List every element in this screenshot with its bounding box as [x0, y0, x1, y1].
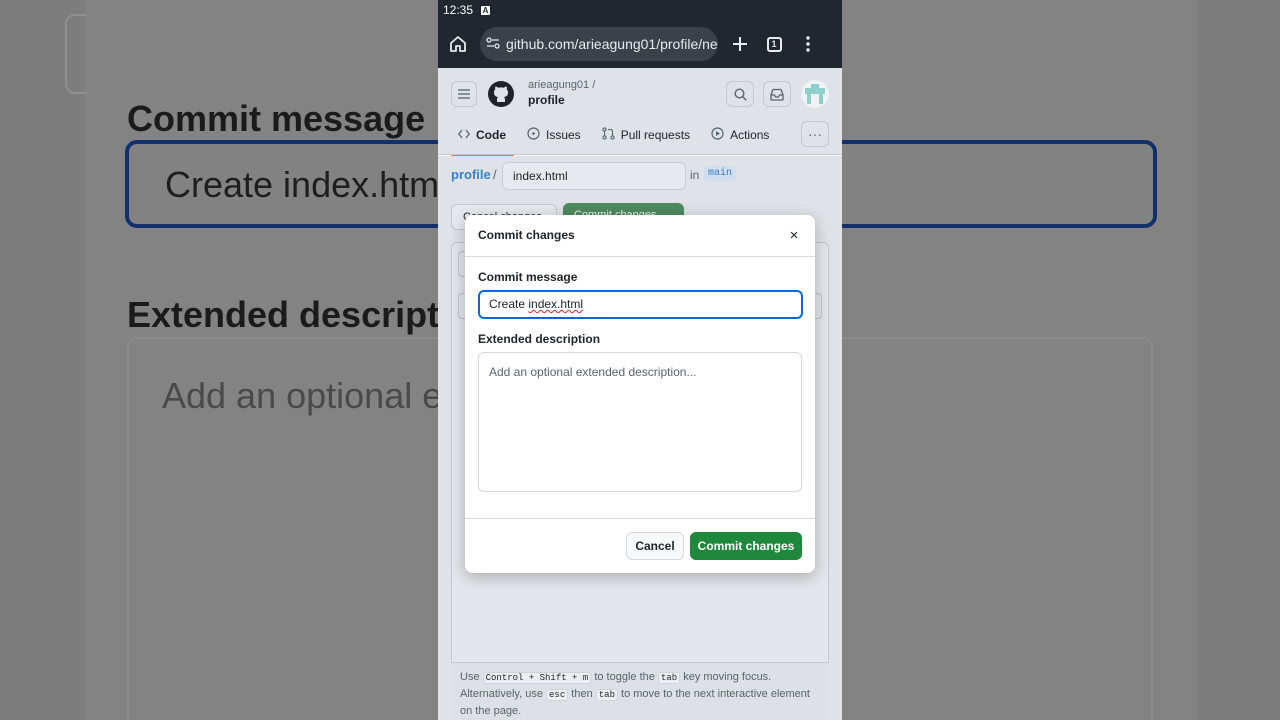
commit-message-prefix: Create: [489, 297, 529, 311]
close-icon[interactable]: ×: [785, 226, 803, 244]
commit-message-label: Commit message: [478, 270, 578, 284]
cancel-button[interactable]: Cancel: [626, 532, 684, 560]
hint-text: Use: [460, 671, 480, 683]
home-icon[interactable]: [446, 32, 470, 56]
kbd-key: tab: [657, 672, 681, 684]
hint-text: then: [571, 688, 593, 700]
commit-changes-button[interactable]: Commit changes: [690, 532, 802, 560]
code-icon: [457, 128, 471, 142]
kbd-key: esc: [546, 689, 569, 701]
kebab-menu-icon[interactable]: [796, 32, 820, 56]
dialog-header: Commit changes ×: [465, 215, 815, 257]
branch-badge: main: [704, 166, 737, 181]
tab-label: Code: [476, 128, 506, 142]
github-header: arieagung01 / profile Code Issues Pull r…: [438, 68, 842, 157]
address-bar[interactable]: github.com/arieagung01/profile/new: [480, 27, 718, 61]
repo-owner[interactable]: arieagung01 /: [528, 79, 595, 91]
play-icon: [711, 127, 724, 143]
zoomed-description-heading: Extended descripti: [127, 294, 450, 335]
breadcrumb-separator: /: [493, 167, 497, 182]
github-logo-icon[interactable]: [488, 81, 514, 107]
tab-label: Issues: [546, 128, 581, 142]
extended-description-label: Extended description: [478, 332, 601, 346]
commit-message-filename: index.html: [528, 297, 584, 311]
inbox-icon[interactable]: [763, 81, 791, 107]
tab-label: Pull requests: [620, 128, 691, 142]
url-text: github.com/arieagung01/profile/new: [506, 36, 718, 52]
browser-toolbar: github.com/arieagung01/profile/new 1: [438, 20, 842, 68]
kbd-key: tab: [595, 689, 618, 701]
zoomed-background-box: [65, 14, 87, 94]
zoomed-message-text: Create index.htm: [165, 164, 440, 205]
tab-label: Actions: [730, 128, 770, 142]
dialog-footer-divider: [465, 518, 815, 519]
hint-text: to toggle the: [594, 671, 655, 683]
repo-name[interactable]: profile: [528, 93, 565, 107]
more-tabs-button[interactable]: ···: [801, 121, 829, 147]
issue-icon: [527, 127, 540, 143]
status-time: 12:35: [443, 3, 474, 17]
new-tab-icon[interactable]: [728, 32, 752, 56]
zoomed-description-text: Add an optional e: [162, 375, 443, 416]
zoomed-message-heading: Commit message: [127, 98, 426, 139]
tab-actions[interactable]: Actions: [704, 124, 777, 157]
site-settings-icon[interactable]: [486, 36, 500, 53]
tab-pull-requests[interactable]: Pull requests: [595, 124, 698, 157]
in-label: in: [690, 168, 700, 182]
tab-count: 1: [766, 36, 782, 52]
filename-input[interactable]: index.html: [502, 162, 686, 190]
extended-description-textarea[interactable]: Add an optional extended description...: [478, 352, 802, 492]
commit-message-input[interactable]: Create index.html: [478, 290, 803, 319]
phone-screen: 12:35 A github.com/arieagung01/profile/n…: [438, 0, 842, 720]
tab-issues[interactable]: Issues: [520, 124, 589, 157]
search-icon[interactable]: [726, 81, 754, 107]
notification-icon: A: [481, 5, 491, 15]
repo-nav-tabs: Code Issues Pull requests Actions: [451, 124, 783, 157]
dialog-title: Commit changes: [478, 228, 575, 242]
hamburger-menu-icon[interactable]: [451, 81, 477, 107]
tab-switcher-button[interactable]: 1: [762, 32, 786, 56]
tab-code[interactable]: Code: [451, 124, 514, 157]
pull-request-icon: [602, 127, 615, 143]
keyboard-hint: Use Control + Shift + m to toggle the ta…: [451, 662, 829, 720]
commit-changes-dialog: Commit changes × Commit message Create i…: [465, 215, 815, 573]
user-avatar[interactable]: [801, 80, 829, 108]
kbd-shortcut: Control + Shift + m: [482, 672, 592, 684]
description-placeholder: Add an optional extended description...: [489, 365, 697, 379]
status-bar: 12:35 A: [438, 0, 842, 20]
breadcrumb-repo[interactable]: profile: [451, 167, 491, 182]
